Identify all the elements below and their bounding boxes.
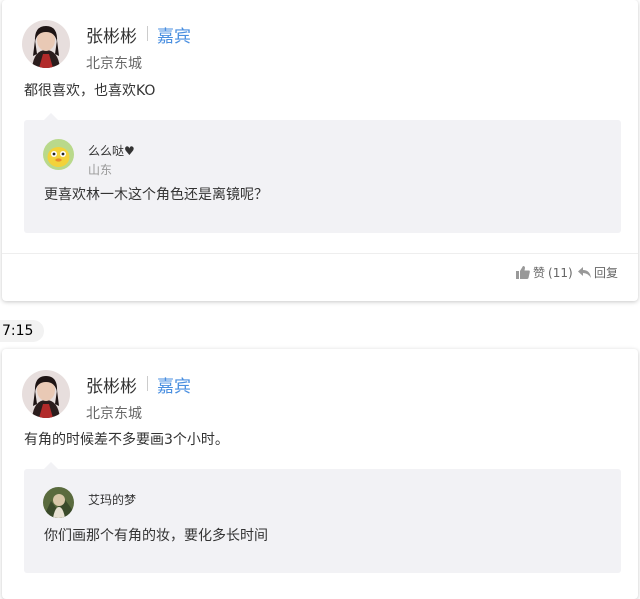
comment-text: 都很喜欢，也喜欢KO: [24, 83, 156, 99]
comment-card: 张彬彬 嘉宾 北京东城 有角的时候差不多要画3个小时。 艾玛的梦 你们画那个有角…: [2, 349, 638, 599]
like-button[interactable]: 赞 (11): [516, 264, 573, 281]
author-location: 北京东城: [86, 406, 142, 422]
quote-arrow: [44, 462, 58, 469]
quoted-avatar[interactable]: [43, 487, 74, 518]
quoted-author-location: 山东: [88, 163, 113, 177]
quoted-comment: 艾玛的梦 你们画那个有角的妆，要化多长时间: [24, 462, 621, 573]
comment-actions: 赞 (11) 回复: [516, 264, 626, 282]
reply-label: 回复: [594, 266, 619, 280]
author-avatar[interactable]: [22, 370, 70, 418]
quoted-author-name[interactable]: 么么哒♥: [88, 142, 135, 159]
comment-card: 张彬彬 嘉宾 北京东城 都很喜欢，也喜欢KO 么么哒♥ 山东 更喜欢林一木这个角…: [2, 0, 638, 301]
reply-icon: [578, 267, 591, 278]
reply-button[interactable]: 回复: [578, 264, 618, 281]
author-location: 北京东城: [86, 56, 142, 72]
quoted-author-name[interactable]: 艾玛的梦: [88, 491, 136, 508]
author-avatar[interactable]: [22, 20, 70, 68]
action-divider: [2, 253, 638, 254]
quoted-comment-text: 更喜欢林一木这个角色还是离镜呢？: [44, 187, 268, 203]
author-name[interactable]: 张彬彬: [86, 22, 137, 47]
quoted-avatar[interactable]: [43, 139, 74, 170]
quote-arrow: [44, 113, 58, 120]
like-label: 赞: [533, 266, 546, 280]
like-count: (11): [548, 265, 573, 280]
name-divider: [147, 376, 148, 391]
name-divider: [147, 26, 148, 41]
comment-text: 有角的时候差不多要画3个小时。: [24, 432, 229, 448]
role-badge: 嘉宾: [157, 377, 191, 397]
thumbs-up-icon: [516, 266, 530, 279]
time-stamp: 7:15: [0, 320, 44, 342]
author-name[interactable]: 张彬彬: [86, 372, 137, 397]
quoted-comment-text: 你们画那个有角的妆，要化多长时间: [44, 528, 268, 544]
quoted-comment: 么么哒♥ 山东 更喜欢林一木这个角色还是离镜呢？: [24, 113, 621, 233]
role-badge: 嘉宾: [157, 27, 191, 47]
